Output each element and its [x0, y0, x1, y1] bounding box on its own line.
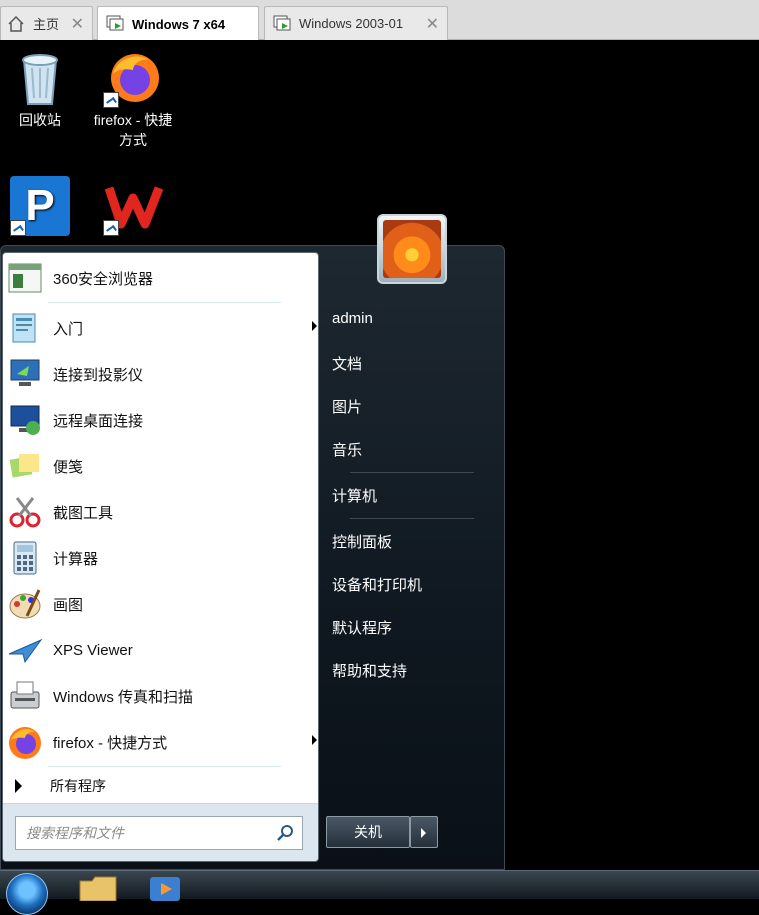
tab-label: 主页: [33, 17, 60, 32]
separator: [48, 302, 281, 303]
firefox-icon: [103, 48, 163, 108]
vm-icon: [106, 15, 124, 31]
search-area: 搜索程序和文件: [3, 803, 318, 861]
separator: [350, 472, 474, 473]
user-avatar[interactable]: [377, 214, 447, 284]
program-item-sticky-notes[interactable]: 便笺: [7, 445, 307, 487]
program-label: 画图: [53, 596, 84, 614]
tab-home[interactable]: 主页 ✕: [0, 6, 93, 40]
program-item-projector[interactable]: 连接到投影仪: [7, 353, 307, 395]
recycle-bin-icon: [10, 48, 70, 108]
right-item-computer[interactable]: 计算机: [332, 485, 377, 506]
vm-icon: [273, 15, 291, 30]
program-item-fax-scan[interactable]: Windows 传真和扫描: [7, 675, 307, 717]
program-label: 计算器: [53, 550, 99, 568]
home-icon: [8, 15, 24, 32]
shutdown-label: 关机: [354, 824, 382, 840]
program-item-firefox[interactable]: firefox - 快捷方式: [7, 721, 317, 763]
getting-started-icon: [7, 310, 43, 346]
remote-desktop-icon: [7, 402, 43, 438]
program-item-remote-desktop[interactable]: 远程桌面连接: [7, 399, 307, 441]
all-programs-label: 所有程序: [50, 778, 106, 794]
program-label: 入门: [53, 320, 84, 338]
fax-scan-icon: [7, 678, 43, 714]
program-label: Windows 传真和扫描: [53, 688, 194, 706]
submenu-arrow-icon[interactable]: [312, 321, 317, 331]
right-item-default-programs[interactable]: 默认程序: [332, 617, 392, 638]
media-player-icon[interactable]: [148, 875, 184, 901]
calculator-icon: [7, 540, 43, 576]
program-label: firefox - 快捷方式: [53, 734, 168, 752]
program-label: 连接到投影仪: [53, 366, 144, 384]
shutdown-button[interactable]: 关机: [326, 816, 410, 848]
shortcut-arrow-icon: [10, 220, 26, 236]
program-item-paint[interactable]: 画图: [7, 583, 307, 625]
program-label: XPS Viewer: [53, 641, 133, 659]
right-item-help-support[interactable]: 帮助和支持: [332, 660, 407, 681]
right-item-documents[interactable]: 文档: [332, 353, 362, 374]
separator: [48, 766, 281, 767]
browser-360-icon: [7, 260, 43, 296]
tab-bar: 主页 ✕ Windows 7 x64 Windows 2003-01 ✕: [0, 0, 759, 41]
desktop-icon-wps[interactable]: [93, 176, 173, 236]
right-item-music[interactable]: 音乐: [332, 439, 362, 460]
desktop-icon-label: firefox - 快捷方式: [93, 112, 173, 148]
right-item-devices-printers[interactable]: 设备和打印机: [332, 574, 422, 595]
tab-label: Windows 7 x64: [132, 16, 226, 32]
desktop-icon-label: 回收站: [19, 112, 61, 128]
snipping-tool-icon: [7, 494, 43, 530]
close-icon[interactable]: ✕: [71, 14, 84, 34]
program-item-getting-started[interactable]: 入门: [7, 307, 317, 349]
paint-icon: [7, 586, 43, 622]
program-item-snipping-tool[interactable]: 截图工具: [7, 491, 307, 533]
right-item-admin[interactable]: admin: [332, 310, 373, 327]
shortcut-arrow-icon: [103, 92, 119, 108]
tab-label: Windows 2003-01: [299, 16, 404, 31]
folder-icon[interactable]: [78, 875, 118, 901]
program-label: 360安全浏览器: [53, 270, 154, 288]
tab-windows2003[interactable]: Windows 2003-01 ✕: [264, 6, 448, 40]
program-item-calculator[interactable]: 计算器: [7, 537, 307, 579]
right-item-pictures[interactable]: 图片: [332, 396, 362, 417]
search-icon[interactable]: [276, 824, 294, 842]
flower-picture-icon: [383, 220, 441, 278]
sticky-notes-icon: [7, 448, 43, 484]
desktop-icon-p-app[interactable]: P: [0, 176, 80, 236]
program-item-xps-viewer[interactable]: XPS Viewer: [7, 629, 307, 671]
close-icon[interactable]: ✕: [426, 14, 439, 34]
xps-viewer-icon: [7, 632, 43, 668]
desktop-icon-firefox[interactable]: firefox - 快捷方式: [93, 48, 173, 150]
firefox-icon: [7, 724, 43, 760]
start-button[interactable]: [6, 873, 48, 915]
search-input[interactable]: 搜索程序和文件: [15, 816, 303, 850]
program-label: 远程桌面连接: [53, 412, 144, 430]
wps-icon: [103, 176, 164, 236]
projector-icon: [7, 356, 43, 392]
all-programs-button[interactable]: 所有程序: [15, 776, 106, 796]
tab-windows7[interactable]: Windows 7 x64: [97, 6, 259, 41]
search-placeholder: 搜索程序和文件: [26, 825, 124, 841]
program-item-360-browser[interactable]: 360安全浏览器: [7, 257, 307, 299]
taskbar: [0, 870, 759, 915]
submenu-arrow-icon[interactable]: [312, 735, 317, 745]
start-menu-programs-pane: 360安全浏览器 入门 连接到投影仪 远程桌面连接 便笺 截图工具 计算器 画图…: [2, 252, 319, 862]
program-label: 截图工具: [53, 504, 114, 522]
program-label: 便笺: [53, 458, 84, 476]
expand-arrow-icon: [15, 779, 22, 793]
shortcut-arrow-icon: [103, 220, 119, 236]
shutdown-options-button[interactable]: [410, 816, 438, 848]
desktop-icon-recycle-bin[interactable]: 回收站: [0, 48, 80, 130]
right-item-control-panel[interactable]: 控制面板: [332, 531, 392, 552]
separator: [350, 518, 474, 519]
p-app-icon: P: [10, 176, 70, 236]
